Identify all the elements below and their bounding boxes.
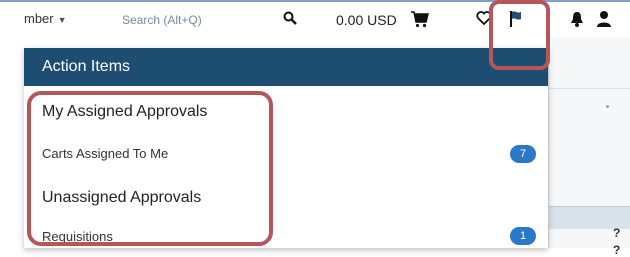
list-item-requisitions[interactable]: Requisitions bbox=[42, 229, 113, 244]
help-mark[interactable]: ? bbox=[613, 226, 620, 240]
member-label: mber bbox=[24, 11, 54, 26]
chevron-down-icon: ▼ bbox=[57, 15, 67, 25]
count-badge-carts[interactable]: 7 bbox=[510, 145, 536, 163]
section-title-my-assigned-approvals: My Assigned Approvals bbox=[42, 103, 208, 120]
search-box bbox=[100, 6, 300, 34]
table-marker bbox=[606, 105, 609, 108]
flag-icon[interactable] bbox=[508, 10, 524, 33]
cart-icon[interactable] bbox=[410, 10, 430, 33]
section-title-unassigned-approvals: Unassigned Approvals bbox=[42, 189, 202, 206]
top-navbar: mber▼ 0.00 USD bbox=[0, 0, 630, 38]
heart-icon[interactable] bbox=[476, 10, 492, 31]
count-badge-requisitions[interactable]: 1 bbox=[510, 227, 536, 245]
user-icon[interactable] bbox=[596, 10, 612, 33]
table-divider bbox=[549, 88, 630, 89]
background-table: ? ? bbox=[548, 38, 630, 257]
search-icon[interactable] bbox=[283, 11, 299, 27]
dropdown-title: Action Items bbox=[24, 48, 548, 86]
bell-icon[interactable] bbox=[569, 10, 585, 33]
search-input[interactable] bbox=[100, 6, 268, 34]
action-items-dropdown: Action Items My Assigned Approvals Carts… bbox=[24, 48, 548, 248]
list-item-carts-assigned[interactable]: Carts Assigned To Me bbox=[42, 146, 168, 161]
cart-total[interactable]: 0.00 USD bbox=[336, 12, 397, 28]
help-mark[interactable]: ? bbox=[613, 243, 620, 257]
member-dropdown[interactable]: mber ▼ bbox=[24, 11, 67, 26]
